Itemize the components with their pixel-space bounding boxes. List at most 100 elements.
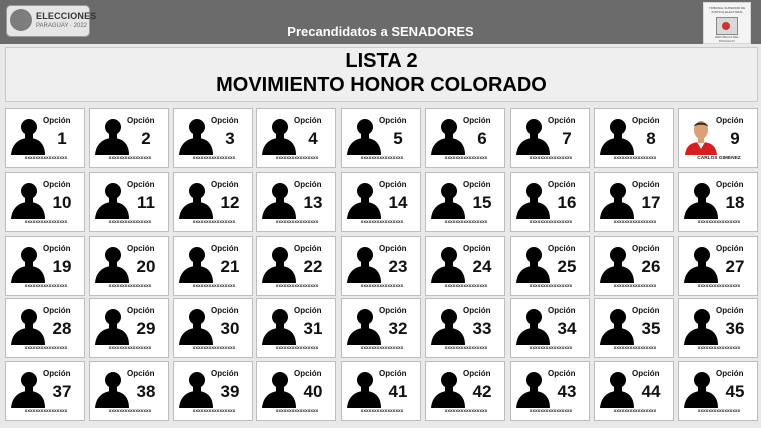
option-label: Opción	[211, 180, 239, 189]
candidate-card[interactable]: Opción 19 xxxxxxxxxxxxxxxx	[5, 236, 85, 296]
candidate-card[interactable]: Opción 22 xxxxxxxxxxxxxxxx	[256, 236, 336, 296]
candidate-card[interactable]: Opción 38 xxxxxxxxxxxxxxxx	[89, 361, 169, 421]
candidate-card[interactable]: Opción 31 xxxxxxxxxxxxxxxx	[256, 298, 336, 358]
candidate-card[interactable]: Opción 9 CARLOS GIMENEZ	[678, 108, 758, 168]
candidate-card[interactable]: Opción 45 xxxxxxxxxxxxxxxx	[678, 361, 758, 421]
option-number: 19	[52, 257, 72, 276]
person-silhouette-icon	[346, 115, 382, 155]
option-number: 28	[52, 319, 72, 338]
candidate-card[interactable]: Opción 7 xxxxxxxxxxxxxxxx	[510, 108, 590, 168]
candidate-name: xxxxxxxxxxxxxxxx	[360, 220, 404, 225]
option-number: 4	[308, 129, 318, 148]
person-silhouette-icon	[94, 305, 130, 345]
candidate-card[interactable]: Opción 29 xxxxxxxxxxxxxxxx	[89, 298, 169, 358]
candidate-name: xxxxxxxxxxxxxxxx	[444, 346, 488, 351]
candidate-name: xxxxxxxxxxxxxxxx	[24, 284, 68, 289]
candidate-card[interactable]: Opción 12 xxxxxxxxxxxxxxxx	[173, 172, 253, 232]
option-number: 22	[303, 257, 323, 276]
person-silhouette-icon	[94, 179, 130, 219]
option-label: Opción	[43, 244, 71, 253]
candidate-card[interactable]: Opción 5 xxxxxxxxxxxxxxxx	[341, 108, 421, 168]
candidate-card[interactable]: Opción 18 xxxxxxxxxxxxxxxx	[678, 172, 758, 232]
candidate-name: xxxxxxxxxxxxxxxx	[529, 284, 573, 289]
candidate-name: xxxxxxxxxxxxxxxx	[360, 346, 404, 351]
candidate-card[interactable]: Opción 6 xxxxxxxxxxxxxxxx	[425, 108, 505, 168]
candidate-name: xxxxxxxxxxxxxxxx	[529, 346, 573, 351]
candidate-card[interactable]: Opción 4 xxxxxxxxxxxxxxxx	[256, 108, 336, 168]
option-number: 39	[220, 382, 240, 401]
candidate-card[interactable]: Opción 24 xxxxxxxxxxxxxxxx	[425, 236, 505, 296]
candidate-card[interactable]: Opción 2 xxxxxxxxxxxxxxxx	[89, 108, 169, 168]
option-number: 29	[136, 319, 156, 338]
candidate-name: xxxxxxxxxxxxxxxx	[529, 220, 573, 225]
option-label: Opción	[463, 306, 491, 315]
person-silhouette-icon	[346, 243, 382, 283]
option-label: Opción	[716, 369, 744, 378]
option-label: Opción	[294, 116, 322, 125]
candidate-card[interactable]: Opción 41 xxxxxxxxxxxxxxxx	[341, 361, 421, 421]
option-label: Opción	[548, 369, 576, 378]
option-number: 31	[303, 319, 323, 338]
candidate-card[interactable]: Opción 32 xxxxxxxxxxxxxxxx	[341, 298, 421, 358]
candidate-name: xxxxxxxxxxxxxxxx	[108, 409, 152, 414]
option-number: 15	[472, 193, 492, 212]
option-label: Opción	[294, 244, 322, 253]
candidate-name: xxxxxxxxxxxxxxxx	[275, 284, 319, 289]
option-label: Opción	[463, 116, 491, 125]
option-number: 16	[557, 193, 577, 212]
person-silhouette-icon	[94, 243, 130, 283]
person-silhouette-icon	[683, 305, 719, 345]
candidate-card[interactable]: Opción 13 xxxxxxxxxxxxxxxx	[256, 172, 336, 232]
candidate-name: xxxxxxxxxxxxxxxx	[613, 409, 657, 414]
candidate-card[interactable]: Opción 14 xxxxxxxxxxxxxxxx	[341, 172, 421, 232]
option-label: Opción	[716, 306, 744, 315]
candidate-card[interactable]: Opción 15 xxxxxxxxxxxxxxxx	[425, 172, 505, 232]
person-silhouette-icon	[515, 305, 551, 345]
candidate-card[interactable]: Opción 42 xxxxxxxxxxxxxxxx	[425, 361, 505, 421]
candidate-card[interactable]: Opción 20 xxxxxxxxxxxxxxxx	[89, 236, 169, 296]
candidate-name: xxxxxxxxxxxxxxxx	[275, 156, 319, 161]
candidate-card[interactable]: Opción 40 xxxxxxxxxxxxxxxx	[256, 361, 336, 421]
candidate-card[interactable]: Opción 28 xxxxxxxxxxxxxxxx	[5, 298, 85, 358]
option-number: 35	[641, 319, 661, 338]
candidate-card[interactable]: Opción 26 xxxxxxxxxxxxxxxx	[594, 236, 674, 296]
candidate-card[interactable]: Opción 23 xxxxxxxxxxxxxxxx	[341, 236, 421, 296]
candidate-card[interactable]: Opción 39 xxxxxxxxxxxxxxxx	[173, 361, 253, 421]
candidate-card[interactable]: Opción 35 xxxxxxxxxxxxxxxx	[594, 298, 674, 358]
candidate-name: xxxxxxxxxxxxxxxx	[360, 284, 404, 289]
option-label: Opción	[379, 369, 407, 378]
candidate-card[interactable]: Opción 21 xxxxxxxxxxxxxxxx	[173, 236, 253, 296]
candidate-card[interactable]: Opción 25 xxxxxxxxxxxxxxxx	[510, 236, 590, 296]
candidate-card[interactable]: Opción 34 xxxxxxxxxxxxxxxx	[510, 298, 590, 358]
candidate-name: xxxxxxxxxxxxxxxx	[613, 346, 657, 351]
candidate-card[interactable]: Opción 37 xxxxxxxxxxxxxxxx	[5, 361, 85, 421]
candidate-card[interactable]: Opción 17 xxxxxxxxxxxxxxxx	[594, 172, 674, 232]
candidate-name: xxxxxxxxxxxxxxxx	[613, 220, 657, 225]
option-label: Opción	[211, 306, 239, 315]
candidate-card[interactable]: Opción 8 xxxxxxxxxxxxxxxx	[594, 108, 674, 168]
candidate-card[interactable]: Opción 3 xxxxxxxxxxxxxxxx	[173, 108, 253, 168]
option-label: Opción	[632, 180, 660, 189]
candidate-name: xxxxxxxxxxxxxxxx	[697, 284, 741, 289]
candidate-name: xxxxxxxxxxxxxxxx	[697, 220, 741, 225]
candidate-card[interactable]: Opción 10 xxxxxxxxxxxxxxxx	[5, 172, 85, 232]
candidate-card[interactable]: Opción 33 xxxxxxxxxxxxxxxx	[425, 298, 505, 358]
option-label: Opción	[632, 369, 660, 378]
candidate-grid: Opción 1 xxxxxxxxxxxxxxxx Opción 2 xxxxxxxxxx…	[0, 0, 761, 428]
option-number: 3	[225, 129, 235, 148]
candidate-card[interactable]: Opción 27 xxxxxxxxxxxxxxxx	[678, 236, 758, 296]
candidate-card[interactable]: Opción 16 xxxxxxxxxxxxxxxx	[510, 172, 590, 232]
candidate-name: xxxxxxxxxxxxxxxx	[444, 284, 488, 289]
candidate-name: xxxxxxxxxxxxxxxx	[24, 156, 68, 161]
option-label: Opción	[548, 306, 576, 315]
candidate-name: xxxxxxxxxxxxxxxx	[108, 156, 152, 161]
option-number: 23	[388, 257, 408, 276]
candidate-card[interactable]: Opción 44 xxxxxxxxxxxxxxxx	[594, 361, 674, 421]
candidate-card[interactable]: Opción 1 xxxxxxxxxxxxxxxx	[5, 108, 85, 168]
candidate-card[interactable]: Opción 30 xxxxxxxxxxxxxxxx	[173, 298, 253, 358]
candidate-card[interactable]: Opción 11 xxxxxxxxxxxxxxxx	[89, 172, 169, 232]
candidate-card[interactable]: Opción 36 xxxxxxxxxxxxxxxx	[678, 298, 758, 358]
person-silhouette-icon	[515, 368, 551, 408]
candidate-card[interactable]: Opción 43 xxxxxxxxxxxxxxxx	[510, 361, 590, 421]
option-number: 11	[137, 193, 155, 212]
